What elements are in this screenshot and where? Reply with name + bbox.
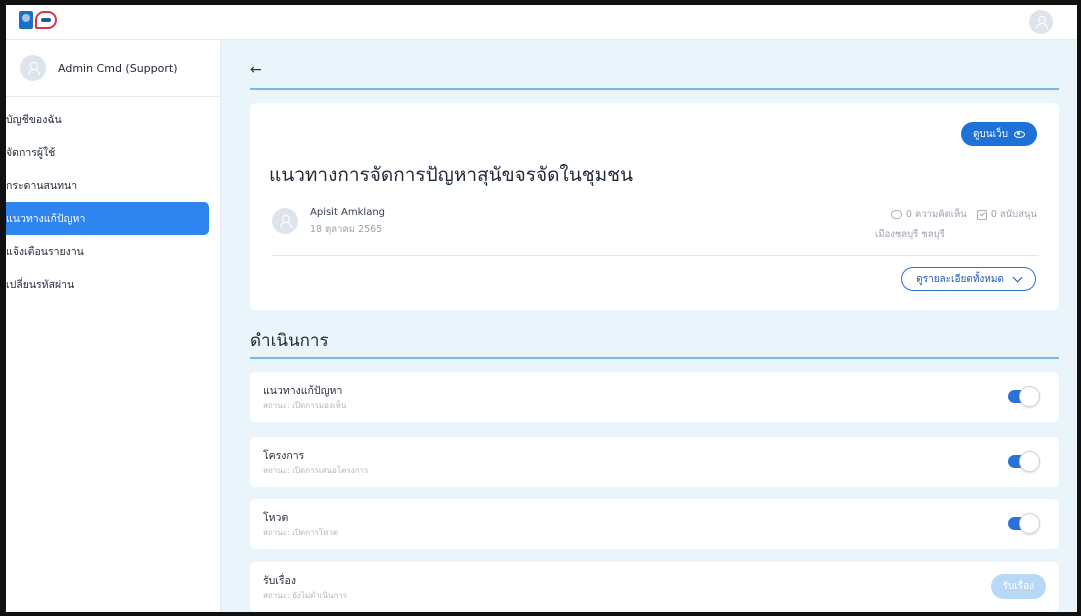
view-on-web-button[interactable]: ดูบนเว็บ	[960, 122, 1037, 146]
logo-square-icon	[19, 11, 33, 29]
action-row-vote: โหวต สถานะ: เปิดการโหวต	[250, 499, 1059, 549]
action-row-accept: รับเรื่อง สถานะ: ยังไม่ดำเนินการ รับเรื่…	[250, 562, 1059, 612]
back-bar: ←	[250, 62, 1059, 90]
action-row-project: โครงการ สถานะ: เปิดการเสนอโครงการ	[250, 437, 1059, 487]
app-logo[interactable]	[19, 11, 59, 31]
accept-button[interactable]: รับเรื่อง	[990, 574, 1046, 599]
sidebar-item-label: แนวทางแก้ปัญหา	[6, 213, 86, 225]
top-bar	[6, 5, 1077, 40]
checkbox-icon	[976, 209, 987, 220]
divider	[250, 357, 1059, 359]
sidebar-item-manage-users[interactable]: จัดการผู้ใช้	[6, 136, 220, 169]
sidebar-item-label: กระดานสนทนา	[6, 180, 78, 192]
person-icon	[280, 215, 292, 228]
sidebar-item-label: บัญชีของฉัน	[6, 114, 62, 126]
action-title: แนวทางแก้ปัญหา	[263, 385, 343, 397]
post-date: 18 ตุลาคม 2565	[310, 224, 383, 235]
vote-toggle[interactable]	[1008, 513, 1040, 534]
solution-card: ดูบนเว็บ แนวทางการจัดการปัญหาสุนัขจรจัดใ…	[250, 103, 1059, 310]
sidebar-item-solutions[interactable]: แนวทางแก้ปัญหา	[6, 202, 209, 235]
toggle-knob	[1019, 386, 1040, 407]
eye-icon	[1014, 130, 1025, 138]
avatar	[20, 55, 46, 81]
actions-section-title: ดำเนินการ	[250, 331, 329, 351]
details-label: ดูรายละเอียดทั้งหมด	[916, 273, 1004, 285]
sidebar-item-discussion-board[interactable]: กระดานสนทนา	[6, 169, 220, 202]
supports-stat: 0 สนับสนุน	[976, 207, 1037, 222]
solution-stats: 0 ความคิดเห็น 0 สนับสนุน	[890, 207, 1037, 222]
chevron-down-icon	[1012, 272, 1023, 282]
sidebar-item-my-account[interactable]: บัญชีของฉัน	[6, 103, 220, 136]
action-status: สถานะ: ยังไม่ดำเนินการ	[263, 591, 348, 600]
sidebar-item-change-password[interactable]: เปลี่ยนรหัสผ่าน	[6, 268, 220, 301]
solution-title: แนวทางการจัดการปัญหาสุนัขจรจัดในชุมชน	[269, 164, 633, 186]
toggle-knob	[1019, 513, 1040, 534]
sidebar-item-label: เปลี่ยนรหัสผ่าน	[6, 279, 75, 291]
author-avatar	[272, 208, 298, 234]
sidebar-nav: บัญชีของฉัน จัดการผู้ใช้ กระดานสนทนา แนว…	[6, 97, 220, 301]
visibility-toggle[interactable]	[1008, 386, 1040, 407]
action-status: สถานะ: เปิดการโหวต	[263, 528, 339, 537]
comment-icon	[890, 210, 902, 219]
comments-stat: 0 ความคิดเห็น	[890, 207, 967, 222]
sidebar-item-label: จัดการผู้ใช้	[6, 147, 56, 159]
comments-count: 0 ความคิดเห็น	[905, 209, 967, 220]
person-icon	[28, 62, 40, 75]
project-toggle[interactable]	[1008, 451, 1040, 472]
sidebar: Admin Cmd (Support) บัญชีของฉัน จัดการผู…	[6, 40, 221, 612]
user-name: Admin Cmd (Support)	[58, 61, 178, 75]
action-status: สถานะ: เปิดการมองเห็น	[263, 401, 347, 410]
action-status: สถานะ: เปิดการเสนอโครงการ	[263, 466, 369, 475]
person-icon	[1036, 16, 1048, 29]
view-on-web-label: ดูบนเว็บ	[972, 128, 1008, 140]
supports-count: 0 สนับสนุน	[990, 209, 1037, 220]
logo-mark-icon	[35, 11, 57, 29]
view-all-details-button[interactable]: ดูรายละเอียดทั้งหมด	[901, 267, 1036, 291]
action-title: โหวต	[263, 512, 289, 524]
divider	[272, 255, 1039, 256]
sidebar-item-report-notifications[interactable]: แจ้งเตือนรายงาน	[6, 235, 220, 268]
app-window: Admin Cmd (Support) บัญชีของฉัน จัดการผู…	[6, 5, 1077, 612]
toggle-knob	[1019, 451, 1040, 472]
location-text: เมืองชลบุรี ชลบุรี	[875, 229, 945, 240]
action-title: โครงการ	[263, 450, 305, 462]
profile-avatar[interactable]	[1029, 10, 1053, 34]
action-row-solution: แนวทางแก้ปัญหา สถานะ: เปิดการมองเห็น	[250, 372, 1059, 422]
arrow-left-icon[interactable]: ←	[250, 62, 262, 78]
action-title: รับเรื่อง	[263, 575, 296, 587]
sidebar-user[interactable]: Admin Cmd (Support)	[6, 40, 220, 97]
author-name: Apisit Amklang	[310, 207, 386, 218]
sidebar-item-label: แจ้งเตือนรายงาน	[6, 246, 84, 258]
main-content: ← ดูบนเว็บ แนวทางการจัดการปัญหาสุนัขจรจั…	[221, 40, 1077, 612]
